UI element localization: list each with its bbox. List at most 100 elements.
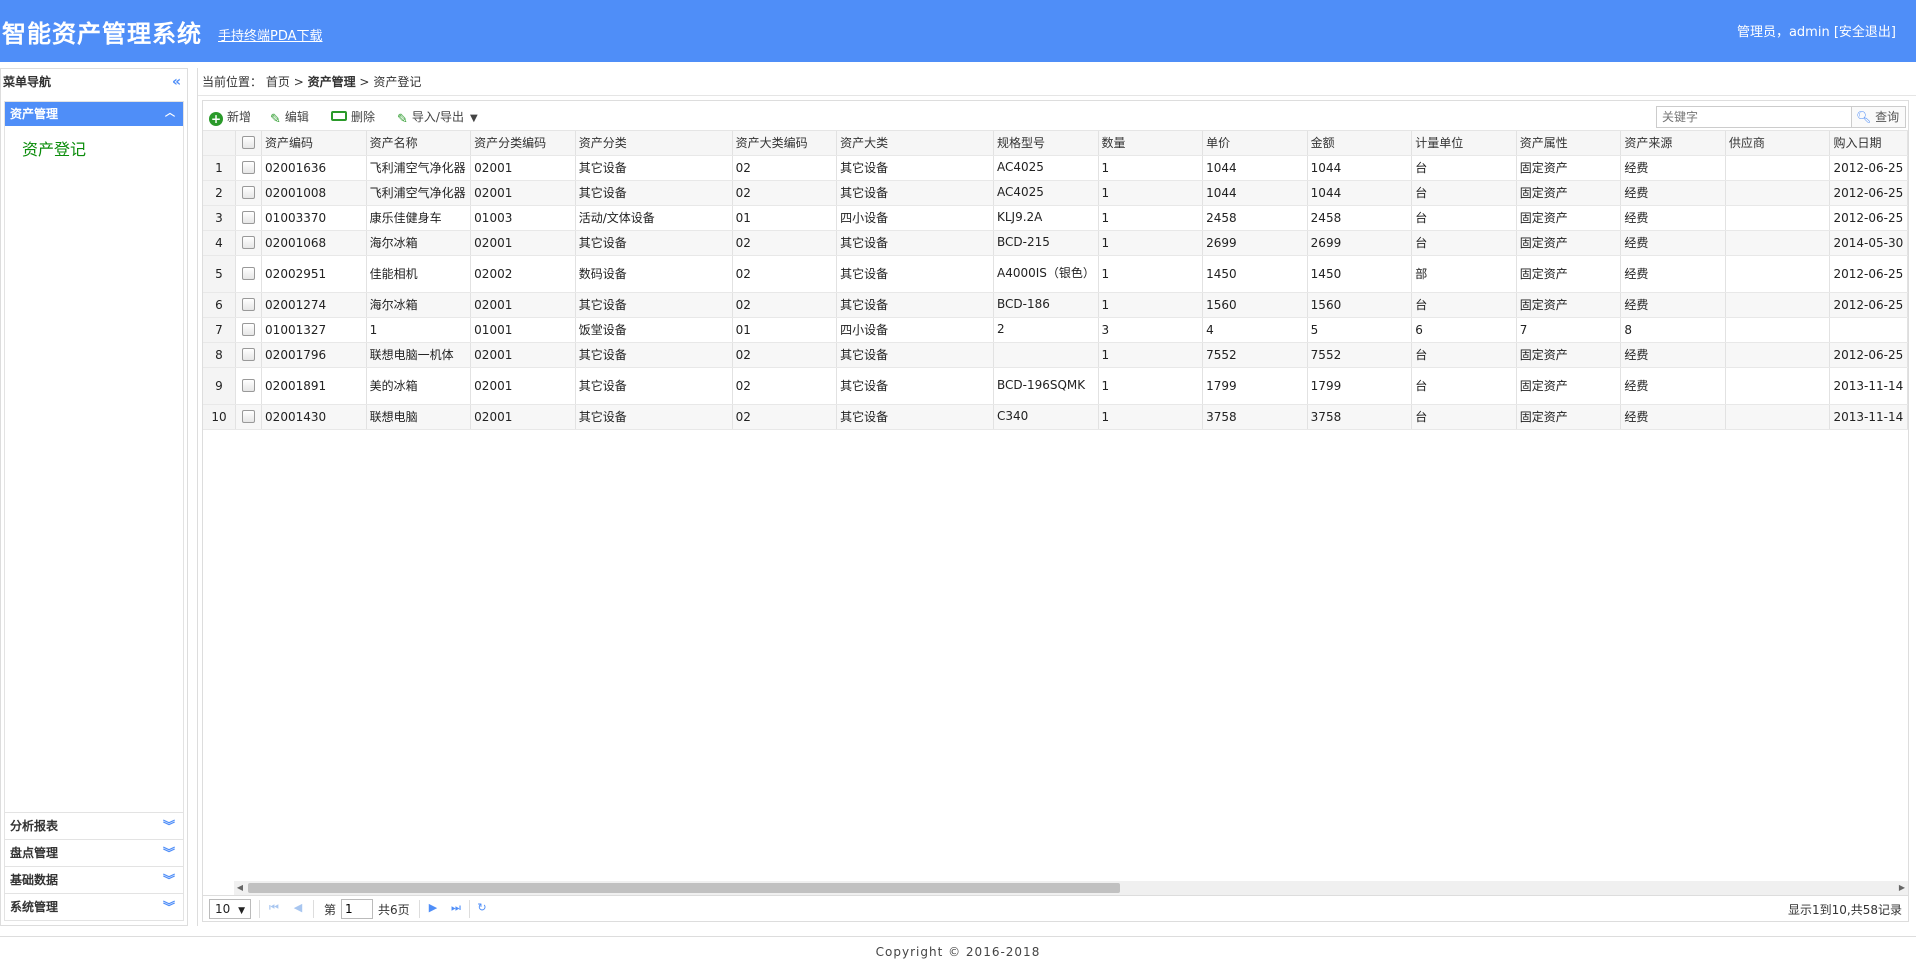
table-cell: 康乐佳健身车	[366, 205, 472, 231]
column-header[interactable]: 供应商	[1725, 131, 1831, 156]
scrollbar-thumb[interactable]	[248, 883, 1120, 893]
column-header[interactable]: 资产属性	[1516, 131, 1622, 156]
last-page-icon[interactable]: ⏭	[449, 901, 463, 915]
row-checkbox[interactable]	[241, 210, 255, 224]
table-cell: 7552	[1202, 342, 1308, 368]
logout-link[interactable]: [安全退出]	[1834, 25, 1896, 40]
column-header[interactable]: 资产分类	[575, 131, 733, 156]
column-header[interactable]: 资产编码	[261, 131, 367, 156]
table-cell: 02001008	[261, 180, 367, 206]
table-cell: 联想电脑	[366, 404, 472, 430]
table-row[interactable]: 3 01003370 康乐佳健身车 01003 活动/文体设备 01 四小设备 KLJ9.2A…	[203, 205, 1908, 231]
column-header[interactable]: 规格型号	[993, 131, 1099, 156]
table-cell: 2013-11-14	[1829, 404, 1908, 430]
column-header[interactable]: 单价	[1202, 131, 1308, 156]
accordion-base-data[interactable]: 基础数据 ︾	[5, 866, 183, 893]
table-cell: 经费	[1620, 342, 1726, 368]
table-row[interactable]: 8 02001796 联想电脑一机体 02001 其它设备 02 其它设备 1 7552 7552…	[203, 342, 1908, 368]
table-row[interactable]: 7 01001327 1 01001 饭堂设备 01 四小设备 2 3 4 5 6 7 8	[203, 317, 1908, 343]
row-number: 8	[203, 342, 236, 368]
column-header[interactable]: 资产来源	[1620, 131, 1726, 156]
pagination: 10 ▼ ⏮ ◀ 第 共6页 ▶ ⏭ ↻ 显示1到10,共58记录	[203, 895, 1908, 921]
column-header[interactable]: 资产名称	[366, 131, 472, 156]
table-row[interactable]: 2 02001008 飞利浦空气净化器 02001 其它设备 02 其它设备 AC4025 1 1…	[203, 180, 1908, 206]
row-checkbox[interactable]	[241, 266, 255, 280]
menu-item-asset-register[interactable]: 资产登记	[5, 126, 183, 162]
column-header[interactable]: 数量	[1098, 131, 1204, 156]
row-checkbox[interactable]	[241, 185, 255, 199]
import-export-button[interactable]: ✎ 导入/导出 ▼	[397, 108, 478, 127]
column-header[interactable]: 资产分类编码	[470, 131, 576, 156]
row-checkbox[interactable]	[241, 378, 255, 392]
table-cell: 其它设备	[575, 292, 733, 318]
breadcrumb-separator: >	[293, 75, 304, 89]
accordion-asset-management[interactable]: 资产管理 ︿	[5, 102, 183, 126]
table-row[interactable]: 4 02001068 海尔冰箱 02001 其它设备 02 其它设备 BCD-215 1 2699…	[203, 230, 1908, 256]
horizontal-scrollbar[interactable]: ◀ ▶	[234, 881, 1908, 895]
column-header[interactable]: 金额	[1307, 131, 1413, 156]
table-cell: 1	[1098, 292, 1204, 318]
pager-separator	[469, 900, 470, 918]
scroll-right-icon[interactable]: ▶	[1896, 881, 1908, 895]
table-cell: 02	[732, 230, 838, 256]
row-checkbox[interactable]	[241, 235, 255, 249]
column-header[interactable]: 资产大类编码	[732, 131, 838, 156]
pda-download-link[interactable]: 手持终端PDA下载	[218, 25, 323, 44]
first-page-icon[interactable]: ⏮	[267, 901, 281, 915]
page-size-select[interactable]: 10 ▼	[209, 899, 251, 919]
table-cell: 经费	[1620, 404, 1726, 430]
table-cell: 3758	[1202, 404, 1308, 430]
table-row[interactable]: 5 02002951 佳能相机 02002 数码设备 02 其它设备 A4000IS（银色） 1…	[203, 255, 1908, 293]
row-checkbox[interactable]	[241, 297, 255, 311]
table-cell: 01001	[470, 317, 576, 343]
table-row[interactable]: 1 02001636 飞利浦空气净化器 02001 其它设备 02 其它设备 AC4025 1 1…	[203, 155, 1908, 181]
next-page-icon[interactable]: ▶	[426, 901, 440, 915]
row-checkbox[interactable]	[241, 160, 255, 174]
accordion-inventory[interactable]: 盘点管理 ︾	[5, 839, 183, 866]
accordion-analysis-reports[interactable]: 分析报表 ︾	[5, 812, 183, 839]
add-button[interactable]: + 新增	[209, 108, 251, 126]
table-cell: 01001327	[261, 317, 367, 343]
page-number-input[interactable]	[341, 899, 373, 919]
table-cell: 其它设备	[836, 342, 994, 368]
table-cell: KLJ9.2A	[993, 205, 1099, 231]
table-row[interactable]: 9 02001891 美的冰箱 02001 其它设备 02 其它设备 BCD-196SQMK 1…	[203, 367, 1908, 405]
prev-page-icon[interactable]: ◀	[291, 901, 305, 915]
user-info: 管理员，admin [安全退出]	[1737, 21, 1896, 40]
breadcrumb-home[interactable]: 首页	[266, 75, 290, 89]
column-header[interactable]: 购入日期	[1829, 131, 1908, 156]
table-cell: 佳能相机	[366, 255, 472, 293]
row-select-cell	[235, 367, 263, 405]
column-header[interactable]: 计量单位	[1411, 131, 1517, 156]
table-cell: 固定资产	[1516, 367, 1622, 405]
sidebar-accordion: 资产管理 ︿ 资产登记 分析报表 ︾ 盘点管理 ︾ 基础数据 ︾ 系统管理 ︾	[4, 101, 184, 921]
edit-button[interactable]: ✎ 编辑	[270, 108, 309, 127]
refresh-icon[interactable]: ↻	[475, 901, 489, 915]
table-cell: 2458	[1307, 205, 1413, 231]
breadcrumb-section: 资产管理	[307, 75, 356, 89]
table-cell: 1044	[1307, 180, 1413, 206]
search-input[interactable]	[1656, 106, 1852, 128]
table-row[interactable]: 10 02001430 联想电脑 02001 其它设备 02 其它设备 C340 1 3758 37…	[203, 404, 1908, 430]
select-all-checkbox[interactable]	[241, 135, 255, 149]
delete-button[interactable]: 删除	[331, 108, 375, 126]
select-all-header	[235, 131, 263, 156]
table-cell: 1	[1098, 255, 1204, 293]
collapse-sidebar-icon[interactable]: «	[172, 69, 181, 95]
column-header[interactable]: 资产大类	[836, 131, 994, 156]
table-cell	[1725, 205, 1831, 231]
table-cell: 其它设备	[575, 155, 733, 181]
delete-icon	[331, 111, 347, 121]
row-checkbox[interactable]	[241, 409, 255, 423]
row-checkbox[interactable]	[241, 347, 255, 361]
row-checkbox[interactable]	[241, 322, 255, 336]
row-select-cell	[235, 292, 263, 318]
accordion-system[interactable]: 系统管理 ︾	[5, 893, 183, 920]
table-cell: 固定资产	[1516, 155, 1622, 181]
search-button[interactable]: 🔍︎ 查询	[1852, 106, 1906, 128]
scroll-left-icon[interactable]: ◀	[234, 881, 246, 895]
table-cell: BCD-215	[993, 230, 1099, 256]
table-row[interactable]: 6 02001274 海尔冰箱 02001 其它设备 02 其它设备 BCD-186 1 1560…	[203, 292, 1908, 318]
table-cell: 02	[732, 155, 838, 181]
table-cell: 固定资产	[1516, 230, 1622, 256]
